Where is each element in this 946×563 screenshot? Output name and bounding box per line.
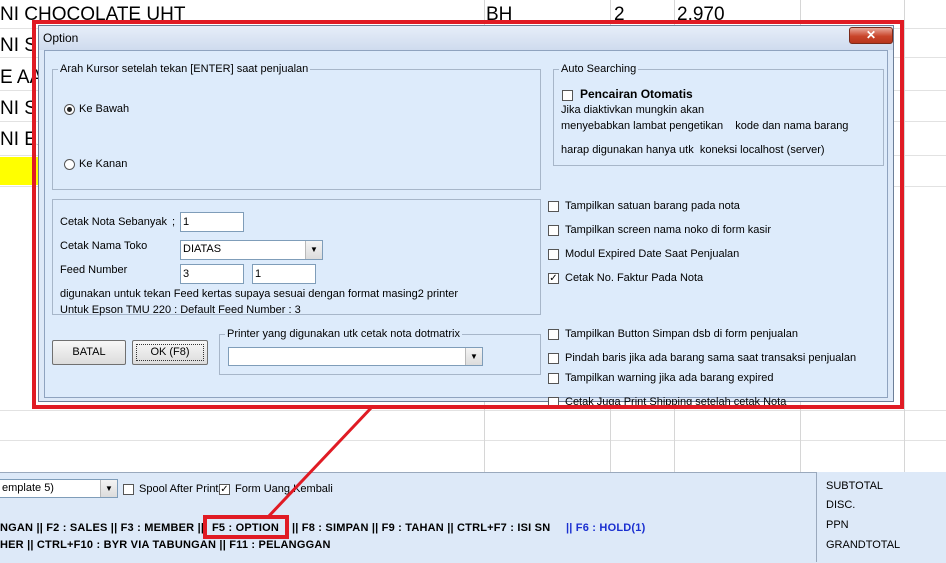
annotation-line bbox=[266, 405, 374, 519]
annotation-option-highlight bbox=[203, 515, 289, 539]
annotation-dialog-highlight bbox=[32, 20, 904, 409]
